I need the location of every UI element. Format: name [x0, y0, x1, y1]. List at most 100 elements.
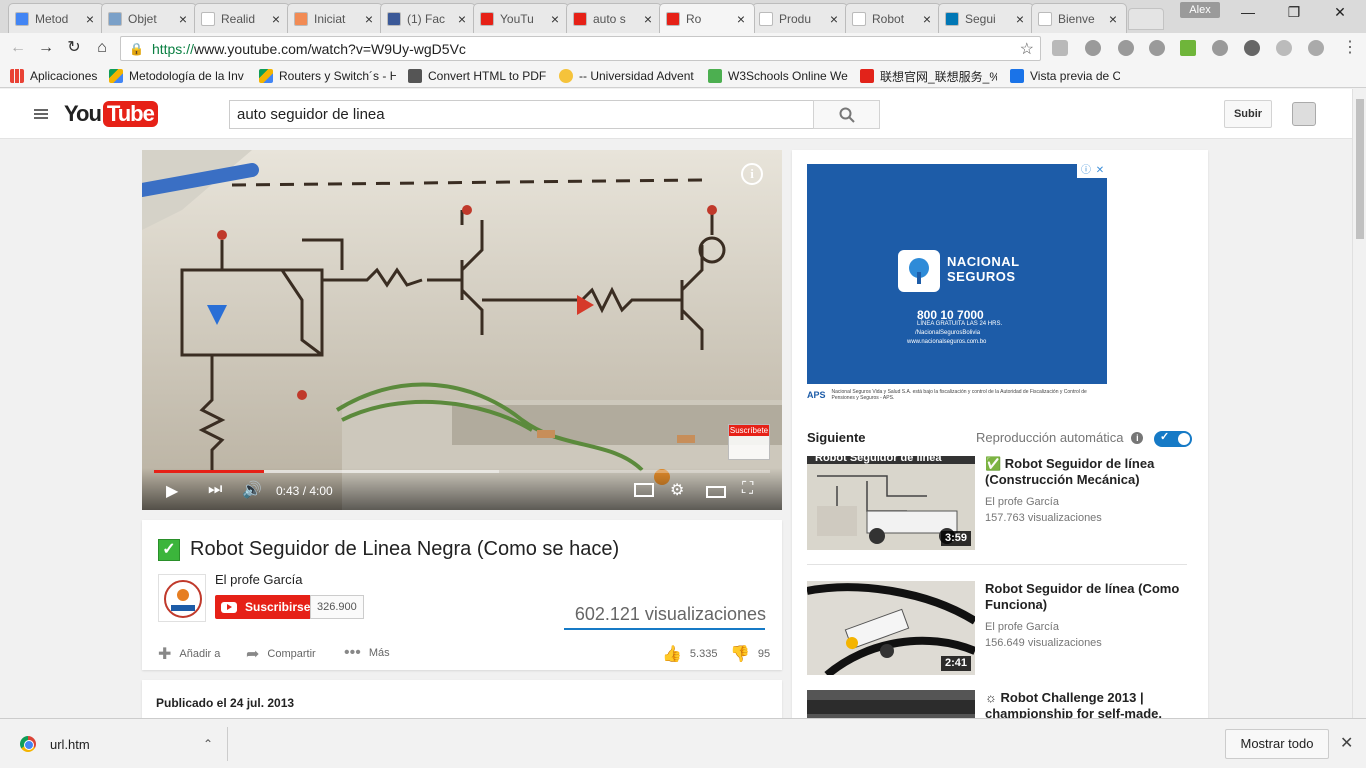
tab-close-icon[interactable]: ×: [176, 11, 190, 27]
browser-tab[interactable]: Produ ×: [752, 3, 848, 33]
tab-close-icon[interactable]: ×: [1106, 11, 1120, 27]
bookmark-item[interactable]: Vista previa de Conta: [1010, 67, 1120, 85]
extension-icon[interactable]: [1085, 40, 1101, 56]
subscribe-watermark[interactable]: Suscríbete: [728, 424, 770, 460]
extension-icon[interactable]: [1052, 40, 1068, 56]
browser-tab[interactable]: (1) Fac ×: [380, 3, 476, 33]
bookmark-item[interactable]: 联想官网_联想服务_%: [860, 67, 997, 85]
tab-favicon-icon: [945, 11, 959, 26]
bookmark-item[interactable]: Metodología de la Inv: [109, 67, 249, 85]
subscribe-button[interactable]: Suscribirse: [215, 595, 319, 619]
settings-gear-icon[interactable]: ⚙: [670, 480, 684, 500]
recommended-title[interactable]: ☼ Robot Challenge 2013 | championship fo…: [985, 690, 1185, 720]
upload-button[interactable]: Subir: [1224, 100, 1272, 128]
list-item[interactable]: ☼ Robot Challenge 2013 | championship fo…: [807, 690, 1187, 720]
tab-close-icon[interactable]: ×: [83, 11, 97, 27]
show-all-button[interactable]: Mostrar todo: [1225, 729, 1329, 759]
bookmark-item[interactable]: W3Schools Online We: [708, 67, 848, 85]
dislike-count: 95: [757, 648, 771, 660]
like-button[interactable]: 👍 5.335: [662, 644, 717, 664]
youtube-logo[interactable]: You Tube: [64, 100, 158, 128]
more-button[interactable]: ••• Más: [344, 644, 390, 662]
next-icon[interactable]: ⏭: [208, 481, 222, 499]
tab-close-icon[interactable]: ×: [1013, 11, 1027, 27]
recommended-title[interactable]: Robot Seguidor de línea (Como Funciona): [985, 581, 1185, 613]
info-card-icon[interactable]: i: [741, 163, 763, 185]
scrollbar-thumb[interactable]: [1356, 99, 1364, 239]
dislike-button[interactable]: 👎 95: [730, 644, 770, 664]
bookmark-item[interactable]: Convert HTML to PDF: [408, 67, 548, 85]
tab-close-icon[interactable]: ×: [269, 11, 283, 27]
video-player[interactable]: i Suscríbete ▶ ⏭ 🔊 0:43 / 4:00 ⚙ ⛶: [142, 150, 782, 510]
menu-kebab-icon[interactable]: ⋮: [1338, 37, 1362, 59]
channel-name[interactable]: El profe García: [215, 572, 302, 587]
recommended-title[interactable]: ✅ Robot Seguidor de línea (Construcción …: [985, 456, 1185, 488]
minimize-icon[interactable]: —: [1226, 4, 1270, 24]
tab-close-icon[interactable]: ×: [827, 11, 841, 27]
browser-tab[interactable]: Robot ×: [845, 3, 941, 33]
share-button[interactable]: ➦ Compartir: [246, 644, 316, 664]
add-to-button[interactable]: ✚ Añadir a: [158, 644, 220, 664]
close-icon[interactable]: ✕: [1340, 733, 1353, 753]
fullscreen-icon[interactable]: ⛶: [742, 480, 753, 498]
tab-close-icon[interactable]: ×: [920, 11, 934, 27]
bookmark-apps[interactable]: Aplicaciones: [10, 67, 105, 85]
bookmark-star-icon[interactable]: ☆: [1020, 39, 1034, 59]
profile-chip[interactable]: Alex: [1180, 2, 1220, 18]
play-icon[interactable]: ▶: [166, 481, 178, 501]
address-bar[interactable]: 🔒 https:// www.youtube.com/watch?v=W9Uy-…: [120, 36, 1041, 61]
search-button[interactable]: [813, 100, 880, 129]
volume-icon[interactable]: 🔊: [242, 480, 262, 500]
browser-tab[interactable]: Bienve ×: [1031, 3, 1127, 33]
theater-mode-icon[interactable]: [706, 486, 726, 498]
bookmark-item[interactable]: -- Universidad Advent: [559, 67, 697, 85]
tab-close-icon[interactable]: ×: [455, 11, 469, 27]
ad-banner[interactable]: ⓘ ✕ NACIONAL SEGUROS 800 10 7000 LÍNEA G…: [807, 164, 1107, 384]
extension-icon[interactable]: [1118, 40, 1134, 56]
extension-icon[interactable]: [1149, 40, 1165, 56]
channel-avatar[interactable]: [158, 574, 206, 622]
browser-tab[interactable]: Ro ×: [659, 3, 755, 33]
back-icon[interactable]: ←: [6, 37, 30, 59]
home-icon[interactable]: ⌂: [90, 37, 114, 59]
video-thumbnail[interactable]: Robot Seguidor de línea 3:59: [807, 456, 975, 550]
autoplay-toggle[interactable]: ✓: [1154, 431, 1192, 447]
tab-close-icon[interactable]: ×: [362, 11, 376, 27]
ad-close-icon[interactable]: ✕: [1093, 164, 1107, 178]
download-extension-icon[interactable]: [1180, 40, 1196, 56]
guide-menu-icon[interactable]: [34, 109, 48, 119]
browser-tab[interactable]: Iniciat ×: [287, 3, 383, 33]
subtitles-icon[interactable]: [634, 483, 654, 497]
chevron-up-icon[interactable]: ⌃: [203, 737, 213, 751]
avatar[interactable]: [1292, 102, 1316, 126]
tab-close-icon[interactable]: ×: [734, 11, 748, 27]
list-item[interactable]: 2:41 Robot Seguidor de línea (Como Funci…: [807, 581, 1187, 677]
extension-icon[interactable]: [1276, 40, 1292, 56]
list-item[interactable]: Robot Seguidor de línea 3:59 ✅ Robot Seg…: [807, 456, 1187, 552]
ad-info-icon[interactable]: ⓘ: [1079, 164, 1093, 178]
reload-icon[interactable]: ↻: [62, 37, 86, 59]
info-icon[interactable]: i: [1131, 431, 1144, 444]
browser-tab[interactable]: YouTu ×: [473, 3, 569, 33]
progress-bar[interactable]: [154, 470, 770, 473]
bookmark-item[interactable]: Routers y Switch´s - H: [259, 67, 396, 85]
download-item[interactable]: url.htm ⌃: [10, 727, 228, 761]
browser-tab[interactable]: Objet ×: [101, 3, 197, 33]
browser-tab[interactable]: auto s ×: [566, 3, 662, 33]
new-tab-button[interactable]: [1128, 8, 1164, 30]
page-scrollbar[interactable]: [1352, 89, 1366, 718]
video-thumbnail[interactable]: 2:41: [807, 581, 975, 675]
search-input[interactable]: auto seguidor de linea: [229, 100, 814, 129]
browser-tab[interactable]: Realid ×: [194, 3, 290, 33]
tab-close-icon[interactable]: ×: [548, 11, 562, 27]
drive-extension-icon[interactable]: [1308, 40, 1324, 56]
browser-tab[interactable]: Metod ×: [8, 3, 104, 33]
close-window-icon[interactable]: ✕: [1318, 4, 1362, 24]
video-thumbnail[interactable]: [807, 690, 975, 720]
tab-close-icon[interactable]: ×: [641, 11, 655, 27]
forward-icon[interactable]: →: [34, 37, 58, 59]
extension-icon[interactable]: [1212, 40, 1228, 56]
restore-icon[interactable]: ❐: [1272, 4, 1316, 24]
browser-tab[interactable]: Segui ×: [938, 3, 1034, 33]
gear-icon[interactable]: [1244, 40, 1260, 56]
